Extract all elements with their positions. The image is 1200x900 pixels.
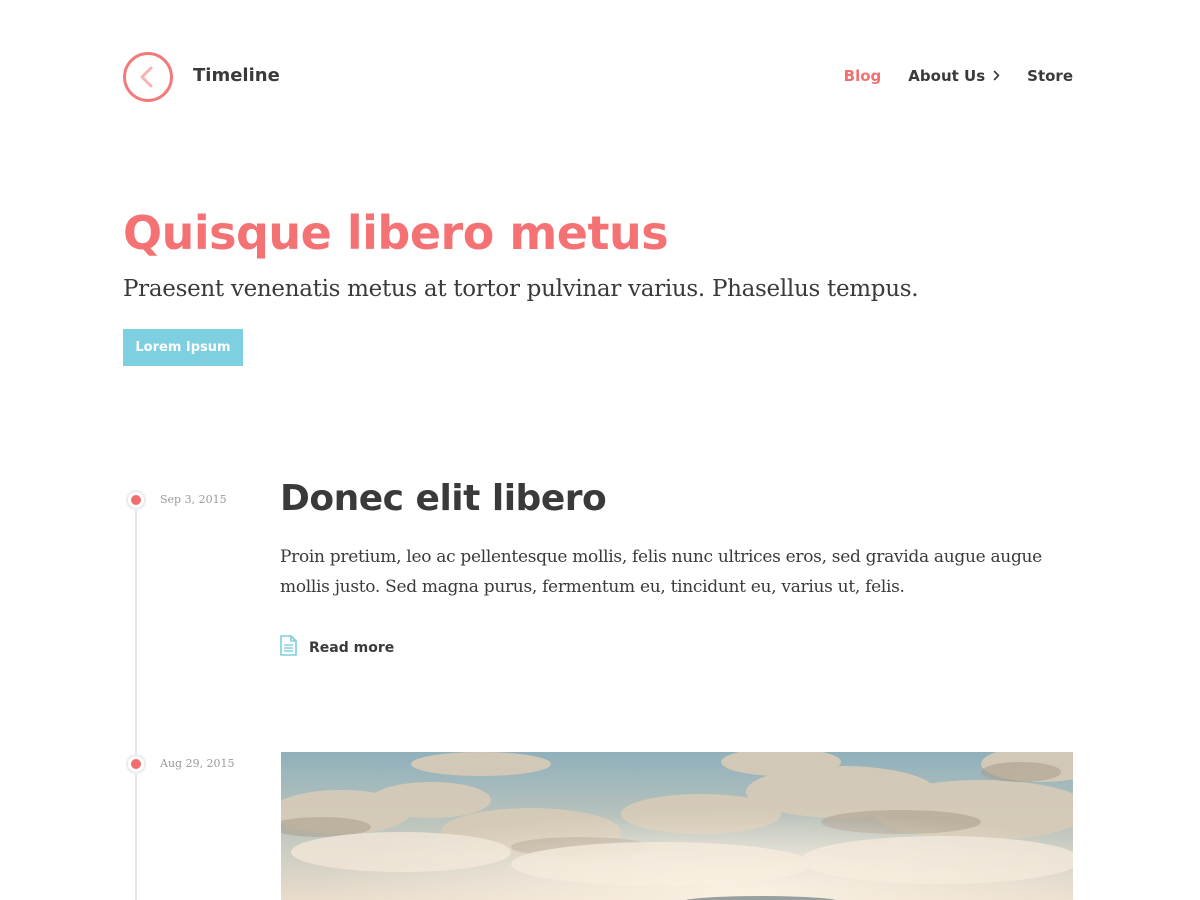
post-featured-image[interactable] (281, 752, 1073, 900)
timeline-dot (126, 490, 146, 510)
nav-item-blog-label: Blog (843, 67, 882, 85)
timeline-line (135, 500, 137, 900)
lorem-ipsum-button[interactable]: Lorem Ipsum (123, 329, 243, 366)
post-excerpt: Proin pretium, leo ac pellentesque molli… (280, 547, 1042, 597)
timeline-dot (126, 754, 146, 774)
nav-item-blog[interactable]: Blog (844, 67, 882, 85)
document-icon (279, 635, 298, 661)
chevron-left-icon (140, 66, 153, 88)
post-date: Sep 3, 2015 (160, 493, 227, 506)
read-more-link[interactable]: Read more (279, 635, 394, 661)
cloudy-sky-photo (281, 752, 1073, 900)
nav-item-about-us[interactable]: About Us (908, 67, 1000, 85)
post-title[interactable]: Donec elit libero (280, 476, 607, 522)
nav-item-about-us-label: About Us (908, 67, 986, 85)
logo-chevron-left-circle-icon[interactable] (123, 52, 173, 102)
hero-title: Quisque libero metus (123, 206, 669, 260)
site-title[interactable]: Timeline (193, 65, 280, 86)
read-more-label: Read more (309, 640, 395, 656)
post-date: Aug 29, 2015 (160, 757, 235, 770)
chevron-right-icon (993, 67, 1000, 85)
site-header: Timeline Blog About Us Store (123, 52, 1073, 102)
nav-item-store[interactable]: Store (1027, 67, 1073, 85)
main-nav: Blog About Us Store (844, 67, 1073, 85)
nav-item-store-label: Store (1027, 67, 1073, 85)
hero-subtitle: Praesent venenatis metus at tortor pulvi… (123, 276, 919, 302)
